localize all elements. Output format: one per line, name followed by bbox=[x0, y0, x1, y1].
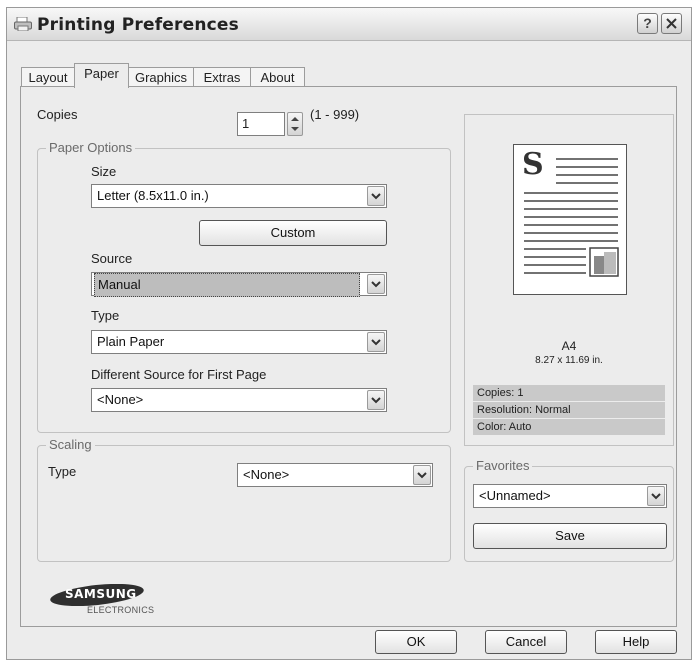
source-select[interactable]: Manual bbox=[91, 272, 387, 297]
type-value: Plain Paper bbox=[97, 334, 165, 349]
samsung-logo: SAMSUNG ELECTRONICS bbox=[49, 584, 209, 618]
copies-value: 1 bbox=[242, 116, 250, 131]
paper-name: A4 bbox=[561, 339, 577, 353]
source-value: Manual bbox=[94, 273, 360, 297]
help-caption-button[interactable]: ? bbox=[637, 13, 658, 34]
first-page-source-value: <None> bbox=[97, 392, 144, 407]
chevron-down-icon bbox=[413, 465, 431, 485]
scaling-type-value: <None> bbox=[243, 467, 290, 482]
scaling-type-label: Type bbox=[48, 464, 77, 479]
chevron-down-icon bbox=[367, 274, 385, 294]
page-preview: S bbox=[513, 144, 627, 295]
size-value: Letter (8.5x11.0 in.) bbox=[97, 188, 209, 203]
source-label: Source bbox=[91, 251, 133, 266]
favorites-select[interactable]: <Unnamed> bbox=[473, 484, 667, 508]
info-color: Color: Auto bbox=[473, 419, 665, 435]
tab-extras[interactable]: Extras bbox=[193, 67, 251, 87]
title-bar: Printing Preferences ? bbox=[7, 8, 691, 41]
printer-icon bbox=[14, 17, 32, 31]
chevron-down-icon bbox=[367, 332, 385, 352]
size-select[interactable]: Letter (8.5x11.0 in.) bbox=[91, 184, 387, 208]
info-resolution: Resolution: Normal bbox=[473, 402, 665, 418]
type-select[interactable]: Plain Paper bbox=[91, 330, 387, 354]
copies-input[interactable]: 1 bbox=[237, 112, 285, 136]
first-page-source-select[interactable]: <None> bbox=[91, 388, 387, 412]
copies-spinner[interactable] bbox=[287, 112, 303, 136]
copies-label: Copies bbox=[37, 107, 78, 122]
tab-graphics[interactable]: Graphics bbox=[128, 67, 194, 87]
info-copies: Copies: 1 bbox=[473, 385, 665, 401]
close-button[interactable] bbox=[661, 13, 682, 34]
window-title: Printing Preferences bbox=[37, 15, 239, 35]
tab-about[interactable]: About bbox=[250, 67, 305, 87]
page-lines-graphic bbox=[524, 158, 619, 277]
tab-layout[interactable]: Layout bbox=[21, 67, 75, 87]
help-caption-label: ? bbox=[643, 15, 652, 31]
samsung-brand: SAMSUNG bbox=[65, 587, 137, 601]
favorites-value: <Unnamed> bbox=[479, 488, 551, 503]
paper-options-legend: Paper Options bbox=[46, 140, 136, 155]
samsung-electronics: ELECTRONICS bbox=[87, 605, 155, 615]
tab-paper[interactable]: Paper bbox=[74, 63, 129, 88]
ok-button[interactable]: OK bbox=[375, 630, 457, 654]
scaling-legend: Scaling bbox=[46, 437, 95, 452]
favorites-legend: Favorites bbox=[473, 458, 533, 473]
type-label: Type bbox=[91, 308, 120, 323]
spinner-arrows-icon bbox=[291, 117, 299, 131]
scaling-type-select[interactable]: <None> bbox=[237, 463, 433, 487]
chevron-down-icon bbox=[367, 186, 385, 206]
save-button[interactable]: Save bbox=[473, 523, 667, 549]
help-button[interactable]: Help bbox=[595, 630, 677, 654]
first-page-source-label: Different Source for First Page bbox=[91, 367, 267, 382]
custom-button[interactable]: Custom bbox=[199, 220, 387, 246]
printing-preferences-window: Printing Preferences ? Layout Paper Grap… bbox=[6, 7, 692, 660]
paper-dimensions: 8.27 x 11.69 in. bbox=[535, 355, 603, 366]
size-label: Size bbox=[91, 164, 117, 179]
chevron-down-icon bbox=[647, 486, 665, 506]
cancel-button[interactable]: Cancel bbox=[485, 630, 567, 654]
chevron-down-icon bbox=[367, 390, 385, 410]
copies-range: (1 - 999) bbox=[310, 107, 360, 122]
close-icon bbox=[666, 18, 677, 29]
